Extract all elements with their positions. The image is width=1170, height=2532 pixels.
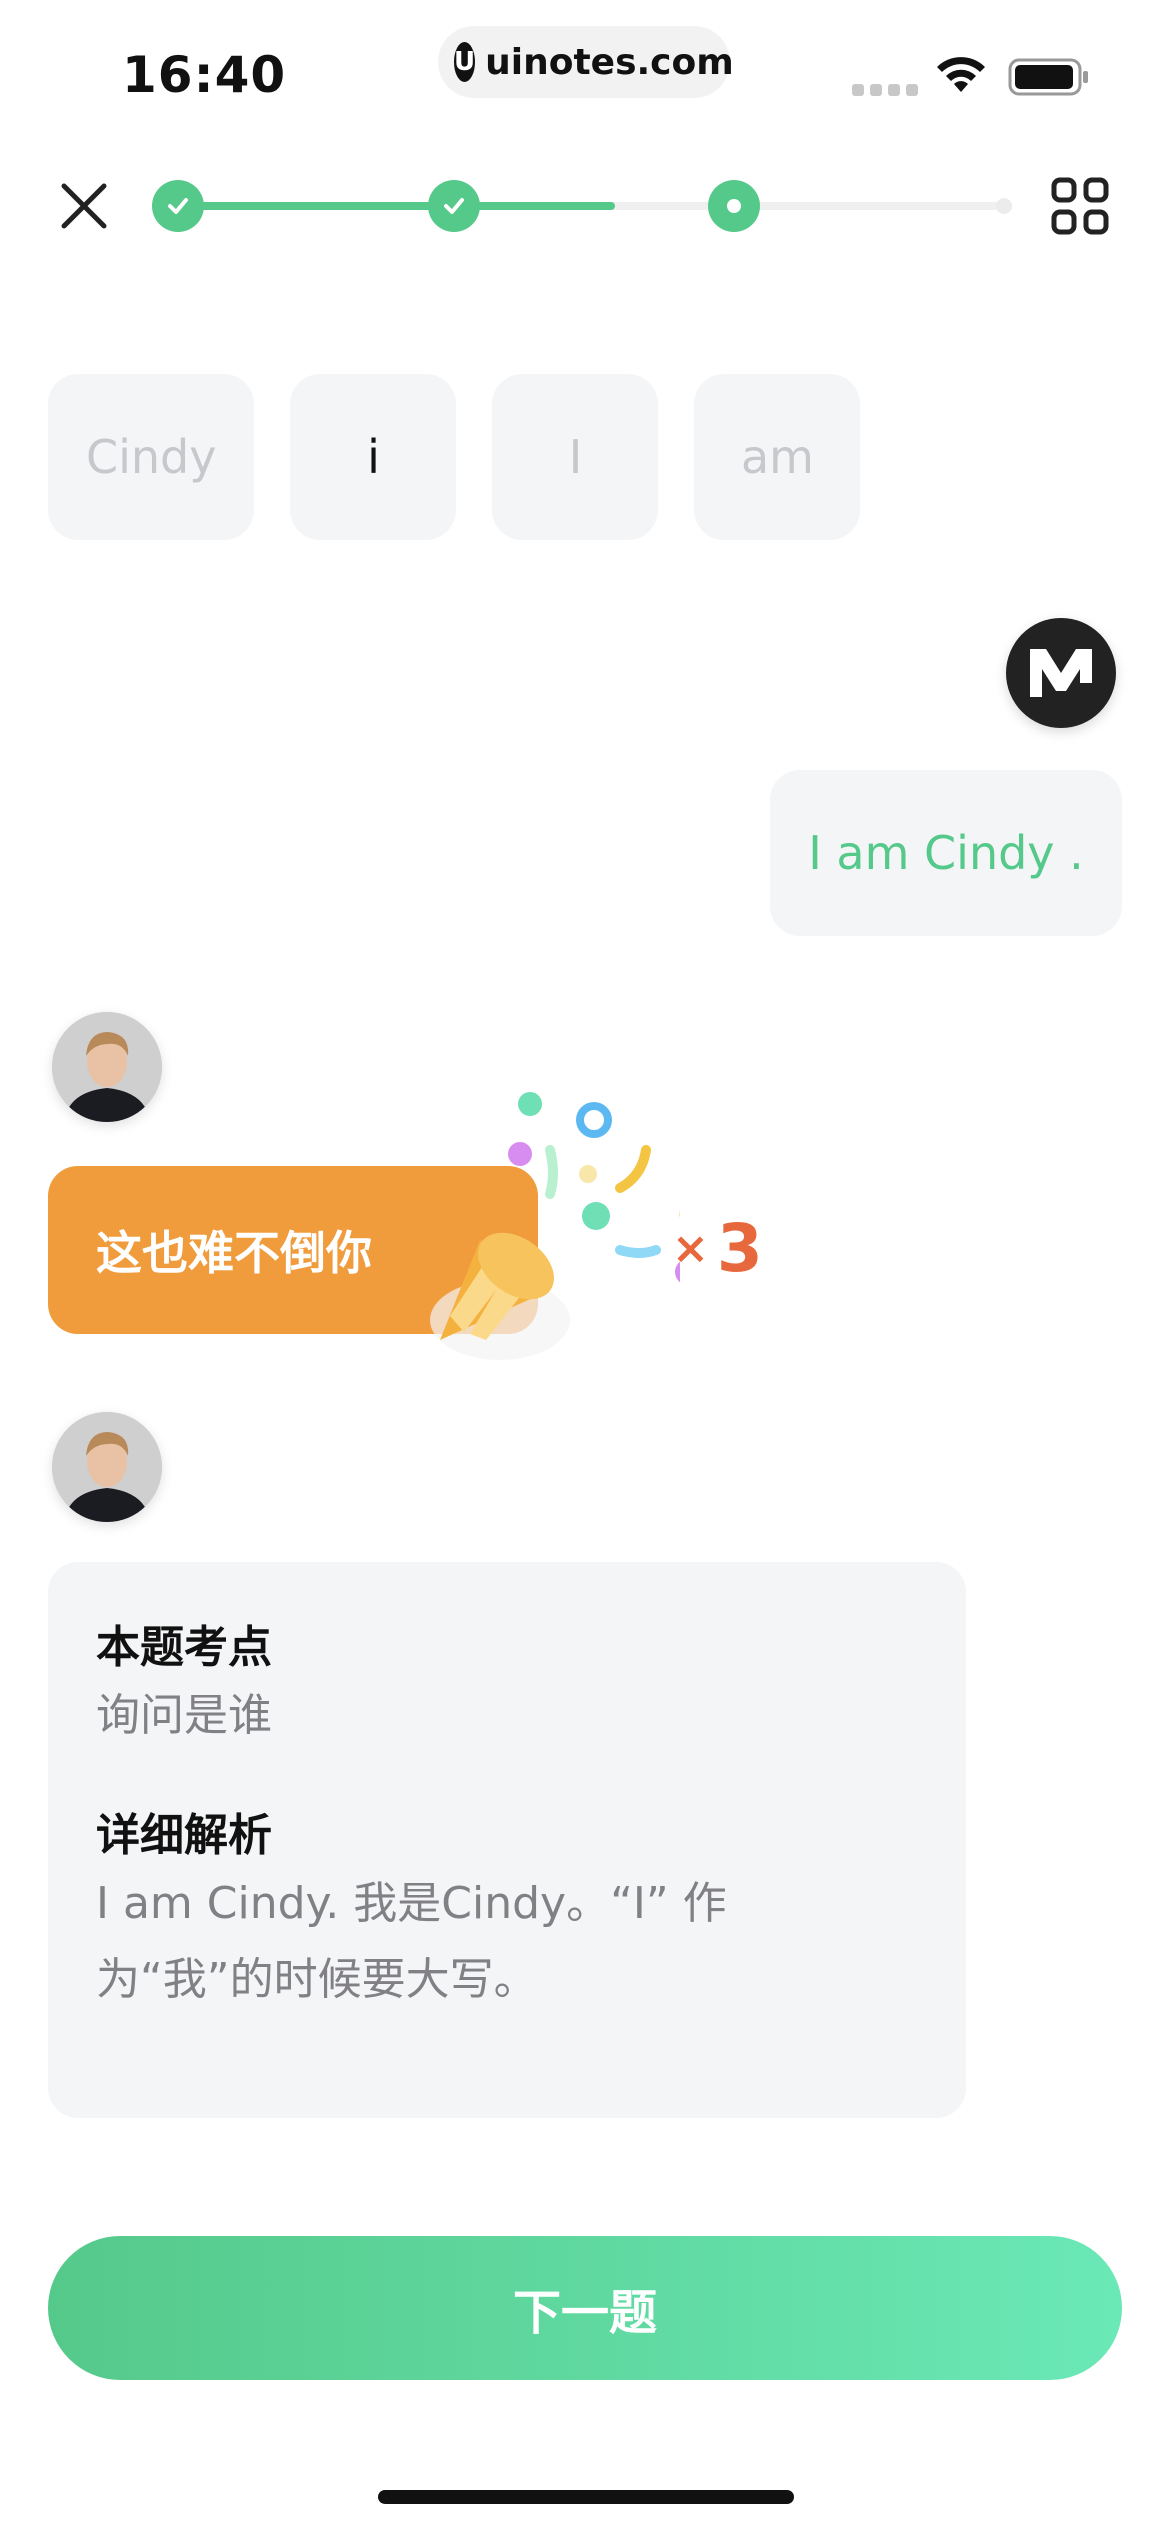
url-text: uinotes.com [485,41,734,83]
key-point-heading: 本题考点 [96,1622,272,1673]
progress-track [176,202,1004,210]
explanation-card: 本题考点 询问是谁 详细解析 I am Cindy. 我是Cindy。“I” 作… [48,1562,966,2118]
word-tile[interactable]: I [492,374,659,540]
key-point-text: 询问是谁 [96,1690,272,1741]
detail-text: I am Cindy. 我是Cindy。“I” 作为“我”的时候要大写。 [96,1878,727,2005]
step-done-icon [152,180,204,232]
close-icon[interactable] [56,178,112,234]
word-tiles: Cindy i I am [48,374,861,540]
progress-fill [176,202,615,210]
signal-icon [852,84,918,96]
step-end-marker [996,198,1012,214]
combo-counter: × 3 [672,1210,763,1287]
combo-count: 3 [716,1210,763,1287]
word-tile[interactable]: am [694,374,861,540]
battery-icon [1008,58,1088,96]
status-time: 16:40 [122,46,287,104]
party-popper-icon [430,1092,680,1360]
user-answer-bubble: I am Cindy . [770,770,1122,936]
next-question-button[interactable]: 下一题 [48,2236,1122,2380]
url-pill[interactable]: U uinotes.com [438,26,734,98]
detail-heading: 详细解析 [96,1810,272,1861]
wifi-icon [937,57,985,92]
teacher-avatar[interactable] [52,1412,162,1522]
grid-icon[interactable] [1050,176,1110,236]
word-tile[interactable]: Cindy [48,374,255,540]
home-indicator[interactable] [378,2490,794,2504]
user-avatar[interactable]: x [1006,618,1116,728]
teacher-avatar[interactable] [52,1012,162,1122]
screen: 16:40 U uinotes.com Cindy i I am x I am … [0,0,1170,2532]
combo-multiplier-icon: × [672,1223,709,1274]
user-logo-icon: x [1030,649,1093,703]
svg-text:x: x [1082,684,1093,703]
step-current-icon [708,180,760,232]
word-tile[interactable]: i [290,374,457,540]
site-logo-icon: U [454,42,476,82]
step-done-icon [428,180,480,232]
